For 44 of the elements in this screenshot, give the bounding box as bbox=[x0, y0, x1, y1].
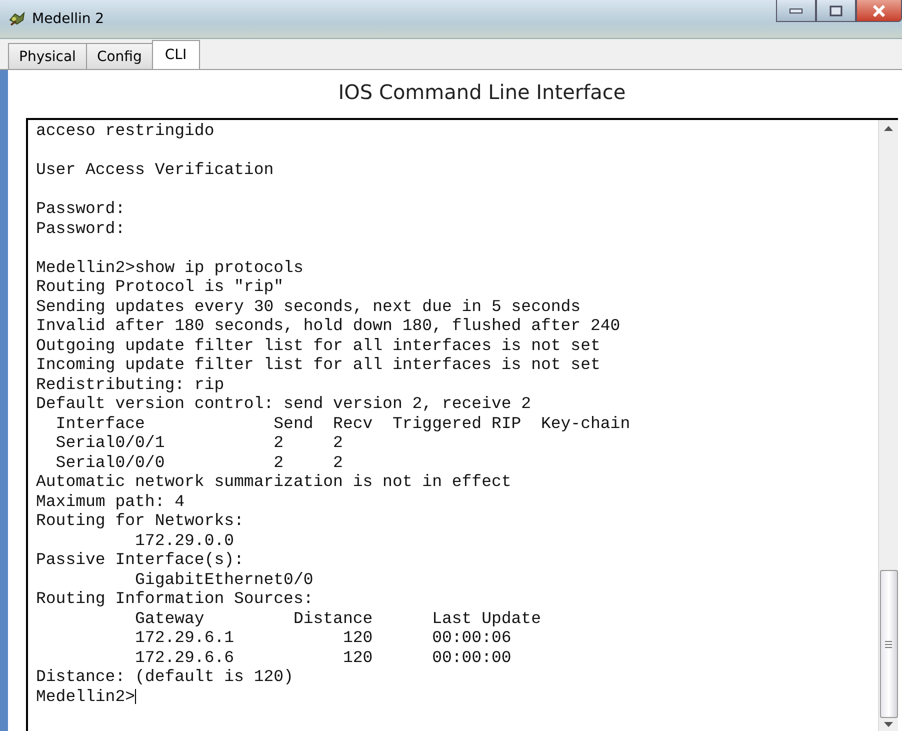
console-line: Invalid after 180 seconds, hold down 180, flushed after 240 bbox=[36, 316, 620, 336]
tab[interactable]: Physical bbox=[8, 43, 87, 69]
console-line: 172.29.6.6 120 00:00:00 bbox=[134, 648, 512, 667]
console-line: Sending updates every 30 seconds, next due in 5 seconds bbox=[36, 296, 581, 316]
scroll-up-icon[interactable] bbox=[884, 126, 893, 131]
console-line: Serial0/0/0 2 2 bbox=[54, 452, 343, 472]
minimize-icon bbox=[789, 8, 803, 14]
console-line: Redistributing: rip bbox=[36, 374, 224, 394]
console-line: Automatic network summarization is not in effect bbox=[36, 472, 512, 492]
console-line: Maximum path: 4 bbox=[36, 492, 185, 511]
console-line: Passive Interface(s): bbox=[36, 550, 244, 570]
tab[interactable]: Config bbox=[86, 43, 153, 69]
console-line: 172.29.0.0 bbox=[134, 530, 234, 550]
console-line: User Access Verification bbox=[36, 160, 274, 180]
console-line: Medellin2> bbox=[36, 686, 136, 706]
window-title: Medellin 2 bbox=[32, 11, 104, 27]
tab[interactable]: CLI bbox=[152, 40, 200, 69]
console-line: Routing Protocol is "rip" bbox=[36, 277, 284, 296]
console-line: Password: bbox=[36, 199, 126, 218]
console-line: Interface Send Recv Triggered RIP Key-chain bbox=[54, 414, 630, 433]
console-line: Routing Information Sources: bbox=[36, 589, 314, 608]
console-line: Outgoing update filter list for all interfaces is not set bbox=[36, 336, 600, 355]
console-line: Password: bbox=[36, 218, 126, 238]
console-line: Default version control: send version 2, receive 2 bbox=[36, 394, 532, 414]
console-line: 172.29.6.1 120 00:00:06 bbox=[134, 628, 512, 648]
scrollbar-thumb[interactable] bbox=[880, 570, 898, 718]
console-line: Gateway Distance Last Update bbox=[134, 608, 541, 628]
console-line: acceso restringido bbox=[36, 121, 214, 140]
minimize-button[interactable] bbox=[776, 0, 816, 22]
scroll-down-icon[interactable] bbox=[884, 722, 893, 727]
maximize-button[interactable] bbox=[816, 0, 856, 22]
scrollbar[interactable] bbox=[878, 120, 898, 731]
text-cursor bbox=[135, 688, 136, 704]
maximize-icon bbox=[829, 4, 843, 16]
console-line: Serial0/0/1 2 2 bbox=[54, 433, 343, 452]
close-icon bbox=[872, 4, 886, 16]
console-line: Medellin2>show ip protocols bbox=[36, 258, 304, 277]
close-button[interactable] bbox=[856, 0, 902, 22]
console-line: Routing for Networks: bbox=[36, 511, 244, 530]
console-line: Incoming update filter list for all interfaces is not set bbox=[36, 355, 600, 374]
panel-heading: IOS Command Line Interface bbox=[337, 80, 627, 106]
console-line: Distance: (default is 120) bbox=[36, 667, 294, 686]
app-icon bbox=[8, 11, 26, 27]
console-line: GigabitEthernet0/0 bbox=[134, 570, 314, 589]
